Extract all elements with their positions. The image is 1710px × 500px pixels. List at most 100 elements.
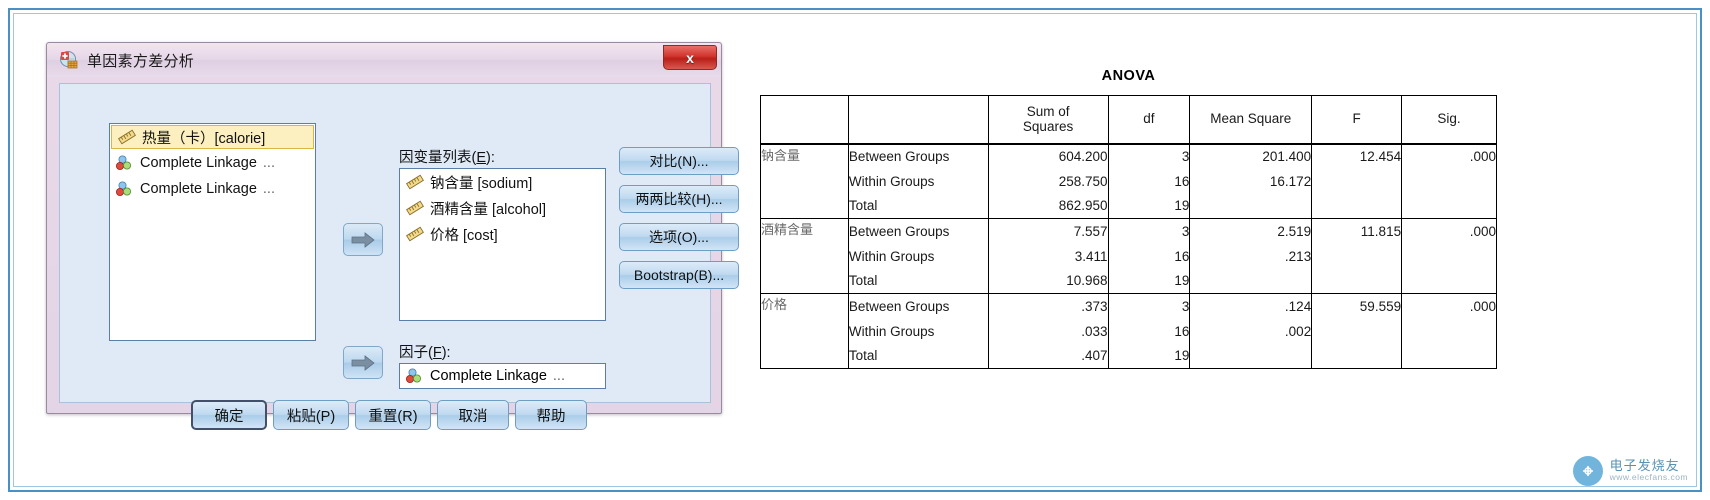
cell-f: 59.559 (1311, 293, 1403, 319)
factor-field[interactable]: Complete Linkage... (399, 363, 606, 389)
cell-sig (1401, 243, 1497, 269)
table-row: Within Groups .033 16.002 (761, 318, 1497, 344)
move-to-dependent-arrow[interactable] (343, 223, 383, 256)
post-hoc-button-label: 两两比较(H)... (635, 191, 723, 207)
cell-sum-of-squares: .033 (987, 318, 1109, 344)
contrasts-button-label: 对比(N)... (649, 153, 709, 169)
paste-button[interactable]: 粘贴(P) (273, 400, 349, 430)
cell-sum-of-squares: 3.411 (987, 243, 1109, 269)
table-row: 钠含量 Between Groups 604.200 3 201.400 12.454.0… (760, 143, 1497, 219)
help-button[interactable]: 帮助 (515, 400, 587, 430)
dependent-variable-list[interactable]: 钠含量 [sodium] 酒精含量 [alcohol] 价格 [cost] (399, 168, 606, 321)
source-variable-list[interactable]: 热量（卡）[calorie] Complete Linkage... Complet… (109, 123, 316, 341)
header-sum-of-squares: Sum of Squares (987, 95, 1109, 145)
source-variable-item[interactable]: 热量（卡）[calorie] (111, 125, 314, 149)
cell-df: 16 (1107, 318, 1191, 344)
post-hoc-button[interactable]: 两两比较(H)... (619, 185, 739, 213)
row-source-label: Within Groups (847, 318, 989, 344)
close-icon[interactable]: x (663, 45, 717, 70)
bootstrap-button[interactable]: Bootstrap(B)... (619, 261, 739, 289)
header-sig: Sig. (1401, 95, 1497, 145)
row-source-label: Between Groups (847, 218, 989, 244)
table-row: Within Groups 3.411 16.213 (761, 243, 1497, 269)
factor-label: 因子(F): (399, 341, 451, 362)
watermark-sub: www.elecfans.com (1609, 472, 1688, 483)
label-prefix: 因子( (399, 345, 433, 361)
ok-button[interactable]: 确定 (191, 400, 267, 430)
row-source-label: Within Groups (847, 243, 989, 269)
cell-mean-square: .002 (1189, 318, 1313, 344)
row-factor-label: 价格 (760, 293, 849, 369)
right-arrow-icon (351, 354, 375, 371)
cell-f (1311, 243, 1403, 269)
table-row: 酒精含量 Between Groups 7.557 3 2.519 11.815.000 (760, 218, 1497, 294)
cell-sum-of-squares: 7.557 (987, 218, 1109, 244)
cell-sig: .000 (1401, 293, 1497, 319)
source-variable-label: Complete Linkage (140, 155, 257, 171)
nominal-variable-icon (116, 155, 131, 170)
header-blank-factor (760, 95, 849, 145)
dependent-variable-item[interactable]: 钠含量 [sodium] (400, 169, 605, 195)
ok-button-label: 确定 (214, 408, 244, 425)
cell-mean-square (1189, 343, 1313, 369)
dependent-variable-item[interactable]: 价格 [cost] (400, 221, 605, 247)
cell-sig (1401, 168, 1497, 194)
factor-value: Complete Linkage (430, 368, 547, 384)
header-df: df (1107, 95, 1191, 145)
row-source-label: Total (847, 268, 989, 294)
cell-df: 19 (1107, 268, 1191, 294)
watermark: 电子发烧友 www.elecfans.com (1572, 456, 1688, 486)
source-variable-label: Complete Linkage (140, 181, 257, 197)
cell-f: 12.454 (1311, 143, 1403, 169)
source-variable-ellipsis: ... (262, 181, 275, 197)
source-variable-item[interactable]: Complete Linkage... (110, 150, 315, 176)
cell-mean-square: .213 (1189, 243, 1313, 269)
options-button[interactable]: 选项(O)... (619, 223, 739, 251)
table-row: Within Groups 258.750 16 16.172 (761, 168, 1497, 194)
row-source-label: Total (847, 343, 989, 369)
dependent-variable-label: 酒精含量 [alcohol] (430, 201, 547, 218)
screenshot-root: 单因素方差分析 x 热量（卡）[calorie] Complete Linkage… (0, 0, 1710, 500)
contrasts-button[interactable]: 对比(N)... (619, 147, 739, 175)
cell-mean-square (1189, 193, 1313, 219)
move-to-factor-arrow[interactable] (343, 346, 383, 379)
dependent-variable-item[interactable]: 酒精含量 [alcohol] (400, 195, 605, 221)
reset-button[interactable]: 重置(R) (355, 400, 431, 430)
label-mnemonic: F (432, 345, 442, 361)
cell-sum-of-squares: 862.950 (987, 193, 1109, 219)
label-suffix: ): (441, 345, 451, 361)
cell-df: 19 (1107, 193, 1191, 219)
cancel-button[interactable]: 取消 (437, 400, 509, 430)
nominal-variable-icon (116, 181, 131, 196)
cell-f (1311, 343, 1403, 369)
anova-table-head: Sum of Squares df Mean Square F Sig. (760, 95, 1497, 145)
cell-f (1311, 168, 1403, 194)
cell-df: 3 (1107, 143, 1191, 169)
header-blank-source (847, 95, 989, 145)
reset-button-label: 重置(R) (368, 408, 418, 425)
factor-value-ellipsis: ... (552, 368, 565, 384)
cell-f (1311, 318, 1403, 344)
cancel-button-label: 取消 (458, 408, 488, 425)
header-ss-line1: Sum of (1026, 103, 1070, 119)
source-variable-item[interactable]: Complete Linkage... (110, 176, 315, 202)
cell-sig (1401, 193, 1497, 219)
paste-button-label: 粘贴(P) (286, 408, 336, 425)
cell-df: 3 (1107, 218, 1191, 244)
cell-mean-square (1189, 268, 1313, 294)
dialog-title: 单因素方差分析 (87, 52, 195, 70)
watermark-text: 电子发烧友 www.elecfans.com (1609, 458, 1688, 483)
anova-table-body: 钠含量 Between Groups 604.200 3 201.400 12.454.0… (760, 143, 1497, 369)
label-prefix: 因变量列表( (399, 150, 477, 166)
source-variable-ellipsis: ... (262, 155, 275, 171)
cell-sum-of-squares: 604.200 (987, 143, 1109, 169)
cell-mean-square: .124 (1189, 293, 1313, 319)
bootstrap-button-label: Bootstrap(B)... (633, 267, 725, 283)
anova-output: ANOVA Sum of Squares df Mean Square F Si… (760, 68, 1497, 369)
dialog-titlebar[interactable]: 单因素方差分析 x (47, 43, 721, 77)
cell-sig (1401, 268, 1497, 294)
source-variable-label: 热量（卡）[calorie] (142, 130, 266, 147)
cell-df: 19 (1107, 343, 1191, 369)
one-way-anova-dialog: 单因素方差分析 x 热量（卡）[calorie] Complete Linkage… (46, 42, 739, 430)
anova-table-title: ANOVA (1101, 68, 1156, 84)
